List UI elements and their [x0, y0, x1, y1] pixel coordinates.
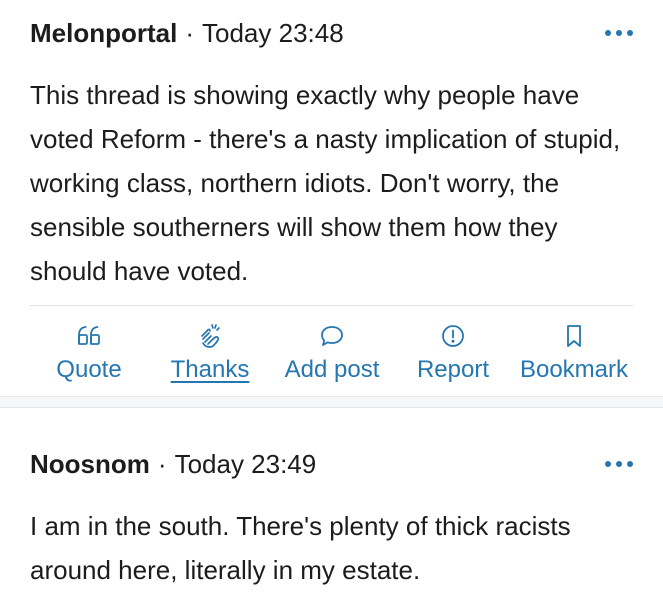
post-separator [0, 396, 663, 408]
ellipsis-icon-dot [627, 30, 633, 36]
bookmark-icon [559, 322, 589, 350]
add-post-label: Add post [284, 356, 380, 383]
bookmark-label: Bookmark [519, 356, 629, 383]
ellipsis-icon-dot [616, 461, 622, 467]
ellipsis-icon [605, 461, 611, 467]
quote-icon [74, 322, 104, 350]
divider [30, 305, 633, 306]
speech-bubble-icon [317, 322, 347, 350]
ellipsis-icon-dot [616, 30, 622, 36]
ellipsis-icon-dot [627, 461, 633, 467]
header-separator: · [157, 449, 167, 479]
more-options-button[interactable] [593, 447, 633, 481]
clapping-hands-icon [195, 322, 225, 350]
quote-label: Quote [56, 356, 122, 383]
header-separator: · [185, 18, 195, 48]
bookmark-button[interactable]: Bookmark [515, 322, 633, 386]
author-name[interactable]: Noosnom [30, 447, 150, 481]
post: Melonportal · Today 23:48 This thread is… [0, 0, 663, 396]
report-label: Report [416, 356, 490, 383]
post-body: This thread is showing exactly why peopl… [30, 80, 621, 286]
post-timestamp[interactable]: Today 23:49 [175, 447, 317, 481]
post-timestamp[interactable]: Today 23:48 [202, 16, 344, 50]
quote-button[interactable]: Quote [53, 322, 125, 386]
post-body: I am in the south. There's plenty of thi… [30, 511, 571, 585]
author-name[interactable]: Melonportal [30, 16, 177, 50]
thanks-button[interactable]: Thanks [168, 322, 252, 386]
report-button[interactable]: Report [413, 322, 493, 386]
post-header: Noosnom · Today 23:49 [30, 447, 633, 481]
more-options-button[interactable] [593, 16, 633, 50]
post-header: Melonportal · Today 23:48 [30, 16, 633, 50]
add-post-button[interactable]: Add post [280, 322, 384, 386]
thanks-label: Thanks [170, 356, 250, 383]
exclamation-circle-icon [438, 322, 468, 350]
ellipsis-icon [605, 30, 611, 36]
post-actions: Quote Thanks Add post Report Bookmark [0, 322, 663, 386]
